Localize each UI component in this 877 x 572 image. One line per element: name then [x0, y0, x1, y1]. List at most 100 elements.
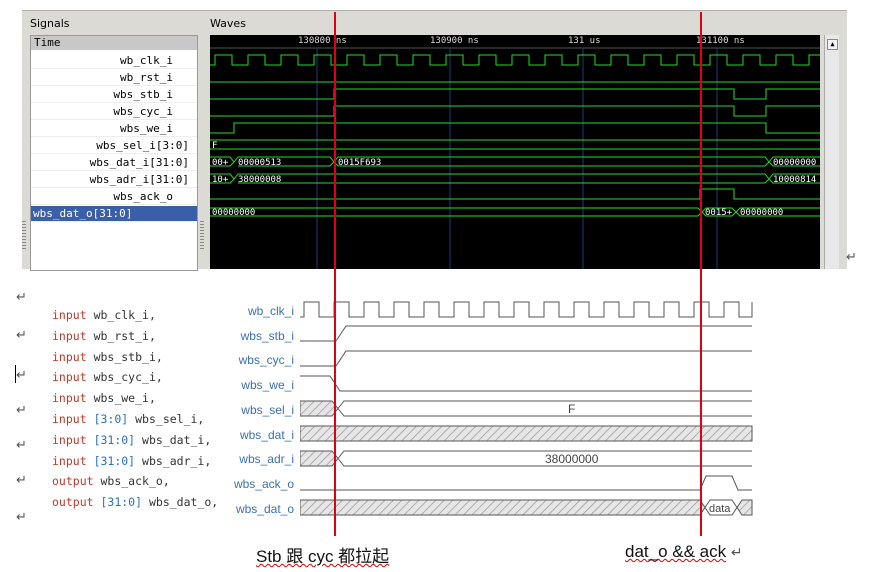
wave-view[interactable]: 130800 ns 130900 ns 131 us 131100 ns F 0… — [210, 35, 820, 269]
timing-label-dat-i: wbs_dat_i — [239, 428, 294, 442]
wave-canvas: 130800 ns 130900 ns 131 us 131100 ns F 0… — [210, 36, 820, 269]
wave-adr-i — [210, 173, 820, 184]
timing-label-sel: wbs_sel_i — [241, 403, 294, 417]
wave-dat-i — [210, 156, 820, 167]
code-keyword: input — [52, 308, 87, 322]
annotation-right-text: dat_o && ack — [625, 542, 727, 561]
vertical-scrollbar[interactable]: ▲ — [824, 35, 839, 269]
timing-label-clk: wb_clk_i — [247, 304, 294, 318]
signal-row-wbs-cyc-i[interactable]: wbs_cyc_i — [31, 104, 197, 120]
time-tick-label: 130900 ns — [430, 36, 479, 46]
bus-value-dat-o: 00000000 — [212, 208, 255, 218]
gtkwave-window: Signals Waves Time wb_clk_i wb_rst_i wbs… — [22, 10, 847, 271]
signal-row-wbs-ack-o[interactable]: wbs_ack_o — [31, 189, 197, 205]
signal-row-wbs-stb-i[interactable]: wbs_stb_i — [31, 87, 197, 103]
code-port-name: wbs_ack_o, — [100, 474, 170, 489]
timing-wave-clk — [300, 301, 753, 318]
time-tick-label: 131100 ns — [696, 36, 745, 46]
return-symbol: ↵ — [16, 438, 27, 453]
return-symbol: ↵ — [16, 290, 27, 305]
wave-cyc — [210, 105, 820, 117]
return-symbol: ↵ — [16, 473, 27, 488]
code-port-name: wbs_we_i, — [93, 391, 156, 406]
bus-value-adr-i: 10000814 — [773, 175, 816, 185]
time-tick-label: 131 us — [568, 36, 601, 46]
signal-row-wbs-adr-i[interactable]: wbs_adr_i[31:0] — [31, 172, 197, 188]
timing-label-stb: wbs_stb_i — [240, 329, 294, 343]
waves-pane-label: Waves — [210, 17, 246, 30]
timing-wave-adr-hatch — [300, 450, 339, 467]
bus-value-dat-i: 00000000 — [773, 158, 816, 168]
code-keyword: output — [52, 495, 94, 510]
timing-wave-ack — [300, 475, 752, 491]
code-keyword: input — [52, 391, 87, 406]
signal-row-wb-clk-i[interactable]: wb_clk_i — [31, 53, 197, 69]
return-symbol: ↵ — [16, 510, 27, 525]
return-symbol: ↵ — [16, 328, 27, 343]
pane-splitter-handle[interactable] — [22, 221, 26, 251]
timing-dat-o-value: data — [709, 503, 731, 515]
return-symbol: ↵ — [846, 250, 857, 265]
timing-label-adr: wbs_adr_i — [239, 452, 294, 466]
timing-sel-value: F — [568, 402, 575, 416]
timing-wave-sel-hatch — [300, 400, 339, 417]
timing-label-dat-o: wbs_dat_o — [235, 502, 294, 516]
code-range: [31:0] — [100, 495, 143, 510]
signal-row-wbs-dat-i[interactable]: wbs_dat_i[31:0] — [31, 155, 197, 171]
signal-list[interactable]: Time wb_clk_i wb_rst_i wbs_stb_i wbs_cyc… — [30, 35, 198, 271]
code-keyword: input — [52, 432, 87, 447]
signal-row-wb-rst-i[interactable]: wb_rst_i — [31, 70, 197, 86]
timing-wave-dat-i-hatch — [300, 425, 753, 442]
bus-value-dat-o: 00000000 — [740, 208, 783, 218]
code-keyword: input — [52, 370, 87, 385]
code-port-name: wb_clk_i, — [93, 308, 156, 322]
return-symbol: ↵ — [16, 368, 27, 383]
timing-wave-stb — [300, 325, 752, 342]
signals-pane-label: Signals — [30, 17, 70, 30]
annotation-right: dat_o && ack ↵ — [625, 542, 743, 562]
annotation-left: Stb 跟 cyc 都拉起 — [256, 542, 389, 567]
bus-value-sel: F — [212, 141, 217, 151]
timing-wave-cyc — [300, 350, 752, 367]
code-range: [3:0] — [93, 411, 129, 426]
code-port-name: wb_rst_i, — [93, 328, 156, 343]
signal-row-wbs-we-i[interactable]: wbs_we_i — [31, 121, 197, 137]
pane-splitter-handle-2[interactable] — [200, 221, 204, 251]
code-keyword: input — [52, 328, 87, 343]
wave-sel — [210, 139, 820, 150]
code-keyword: input — [52, 411, 87, 426]
timing-label-cyc: wbs_cyc_i — [238, 353, 294, 367]
wave-we — [210, 122, 820, 134]
time-tick-label: 130800 ns — [298, 36, 347, 46]
annotation-left-text: Stb 跟 cyc 都拉起 — [256, 547, 390, 566]
bus-value-dat-i: 00000513 — [238, 158, 281, 168]
wave-clk — [210, 54, 820, 66]
wave-stb — [210, 88, 820, 100]
timing-wave-we — [300, 375, 752, 392]
timing-adr-value: 38000000 — [545, 452, 599, 466]
timing-diagram: F 38000000 data — [300, 301, 753, 516]
signal-row-wbs-dat-o-selected[interactable]: wbs_dat_o[31:0] — [31, 206, 197, 222]
return-symbol: ↵ — [730, 544, 743, 560]
timing-wave-dat-o-hatch-end — [736, 499, 753, 516]
timing-label-we: wbs_we_i — [241, 378, 294, 392]
wave-ack — [210, 188, 820, 200]
code-keyword: input — [52, 453, 87, 468]
timing-wave-sel — [337, 400, 752, 417]
code-keyword: output — [52, 474, 94, 489]
code-range: [31:0] — [93, 453, 136, 468]
time-header: Time — [31, 36, 197, 50]
bus-value-dat-i: 00+ — [212, 158, 229, 168]
signal-row-wbs-sel-i[interactable]: wbs_sel_i[3:0] — [31, 138, 197, 154]
return-symbol: ↵ — [16, 403, 27, 418]
scroll-up-arrow-icon[interactable]: ▲ — [827, 39, 838, 50]
bus-value-dat-o: 0015+ — [705, 208, 733, 218]
code-port-name: wbs_stb_i, — [93, 349, 163, 364]
bus-value-dat-i: 0015F693 — [338, 158, 381, 168]
timing-wave-dat-o-hatch — [300, 499, 706, 516]
bus-value-adr-i: 10+ — [212, 175, 229, 185]
code-port-name: wbs_cyc_i, — [93, 370, 163, 385]
code-keyword: input — [52, 349, 87, 364]
code-range: [31:0] — [93, 432, 136, 447]
bus-value-adr-i: 38000008 — [238, 175, 281, 185]
